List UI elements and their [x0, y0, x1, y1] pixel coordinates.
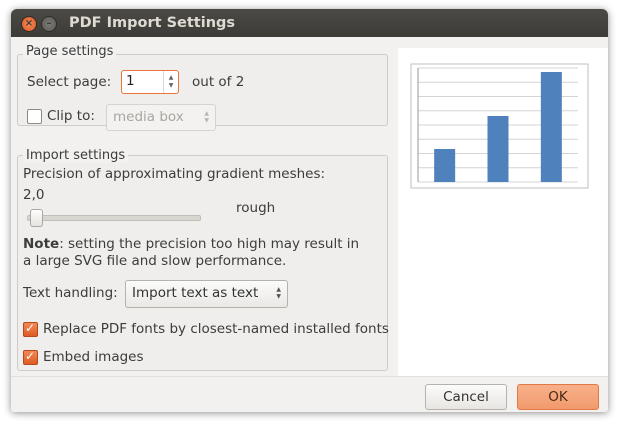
pdf-import-dialog: × – PDF Import Settings Page settings Se…	[11, 9, 608, 412]
minimize-window-icon[interactable]: –	[41, 16, 57, 32]
text-handling-label: Text handling:	[23, 285, 118, 301]
text-handling-combo[interactable]: Import text as text ▲ ▼	[125, 280, 288, 308]
embed-images-label[interactable]: Embed images	[43, 349, 144, 365]
clip-to-combo[interactable]: media box ▲ ▼	[106, 104, 216, 131]
checkmark-icon: ✓	[25, 321, 36, 335]
note-text-1: : setting the precision too high may res…	[59, 236, 360, 252]
embed-images-checkbox[interactable]: ✓	[23, 349, 38, 365]
clip-to-label: Clip to:	[47, 108, 95, 124]
button-separator	[11, 376, 608, 377]
chevron-updown-icon: ▲ ▼	[276, 286, 281, 300]
checkmark-icon: ✓	[25, 349, 36, 363]
preview-bar	[434, 149, 456, 182]
out-of-label: out of 2	[192, 74, 245, 90]
ok-button[interactable]: OK	[517, 384, 599, 410]
replace-fonts-label[interactable]: Replace PDF fonts by closest-named insta…	[43, 321, 389, 337]
rough-label: rough	[236, 200, 276, 216]
precision-slider-track[interactable]	[27, 215, 201, 221]
note-bold: Note	[23, 236, 60, 252]
spin-arrows-icon[interactable]: ▲ ▼	[163, 71, 178, 93]
clip-to-value: media box	[113, 109, 184, 125]
preview-bar	[487, 116, 509, 182]
note-line-1: Note: setting the precision too high may…	[23, 236, 359, 252]
page-number-value: 1	[126, 73, 135, 89]
import-settings-heading: Import settings	[23, 148, 129, 163]
title-bar: × – PDF Import Settings	[11, 9, 608, 37]
dialog-content: Page settings Select page: 1 ▲ ▼ out of 2…	[11, 37, 608, 412]
preview-svg	[410, 63, 589, 189]
precision-value: 2,0	[23, 187, 45, 203]
text-handling-value: Import text as text	[132, 285, 259, 301]
preview-bar	[540, 72, 562, 182]
note-line-2: a large SVG file and slow performance.	[23, 253, 287, 269]
replace-fonts-checkbox[interactable]: ✓	[23, 321, 38, 337]
select-page-label: Select page:	[27, 74, 112, 90]
cancel-button[interactable]: Cancel	[425, 384, 507, 410]
window-title: PDF Import Settings	[69, 15, 236, 31]
page-number-spinner[interactable]: 1 ▲ ▼	[121, 70, 179, 94]
precision-label: Precision of approximating gradient mesh…	[23, 166, 326, 182]
close-window-icon[interactable]: ×	[21, 16, 37, 32]
page-preview	[398, 48, 608, 376]
clip-to-checkbox[interactable]	[27, 109, 42, 124]
precision-slider-handle[interactable]	[30, 209, 44, 227]
page-settings-heading: Page settings	[23, 44, 117, 59]
chevron-updown-icon: ▲ ▼	[204, 110, 209, 124]
